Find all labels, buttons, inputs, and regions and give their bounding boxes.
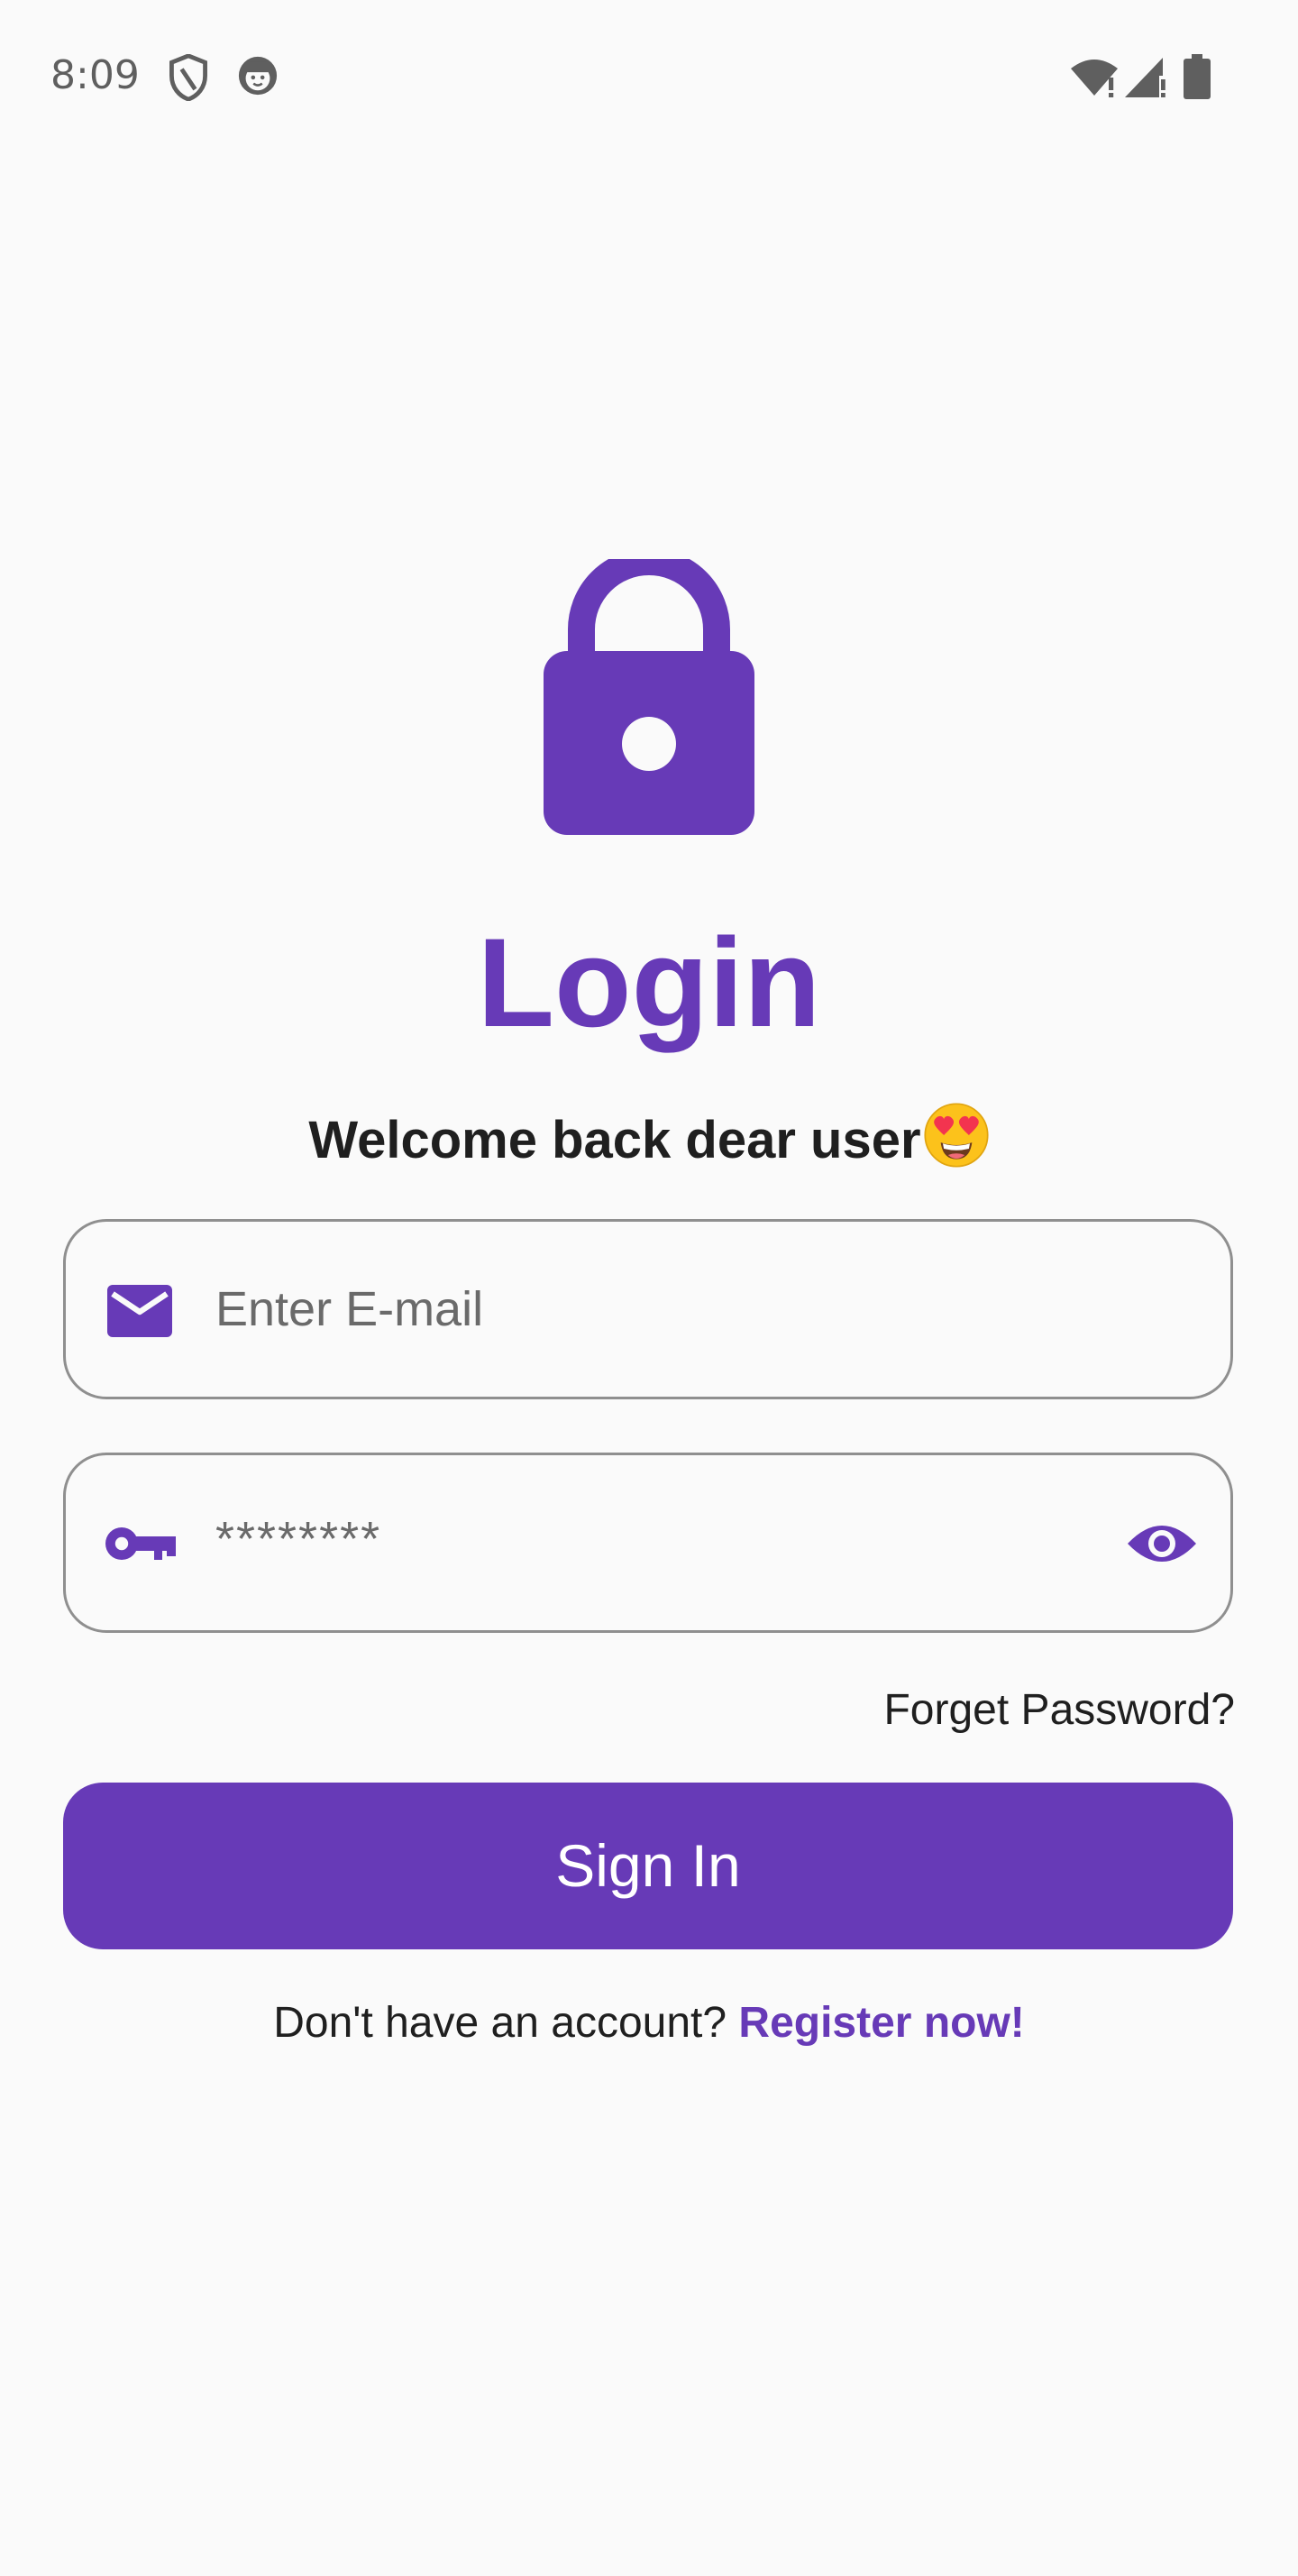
wifi-icon xyxy=(1071,60,1118,97)
heart-eyes-emoji-icon xyxy=(924,1103,989,1168)
key-icon xyxy=(105,1527,176,1560)
status-time: 8:09 xyxy=(50,52,140,98)
shield-icon xyxy=(169,54,207,101)
face-icon xyxy=(238,56,278,96)
mail-icon xyxy=(107,1285,172,1337)
eye-icon[interactable] xyxy=(1126,1518,1198,1569)
register-row: Don't have an account? Register now! xyxy=(0,1989,1298,2058)
register-now-link[interactable]: Register now! xyxy=(738,1999,1024,2047)
status-bar: 8:09 xyxy=(0,0,1298,153)
welcome-subtitle: Welcome back dear user xyxy=(0,1102,1298,1174)
page-title: Login xyxy=(477,912,821,1053)
email-placeholder: Enter E-mail xyxy=(215,1282,484,1336)
password-field[interactable]: ******** xyxy=(63,1453,1233,1633)
password-value: ******** xyxy=(215,1512,382,1566)
cellular-signal-icon xyxy=(1125,58,1165,97)
welcome-text: Welcome back dear user xyxy=(308,1111,921,1169)
email-field[interactable]: Enter E-mail xyxy=(63,1219,1233,1399)
battery-icon xyxy=(1184,54,1211,99)
lock-icon xyxy=(544,559,754,835)
sign-in-button[interactable]: Sign In xyxy=(63,1783,1233,1949)
forget-password-link[interactable]: Forget Password? xyxy=(883,1679,1235,1742)
register-prompt: Don't have an account? xyxy=(273,1999,739,2047)
